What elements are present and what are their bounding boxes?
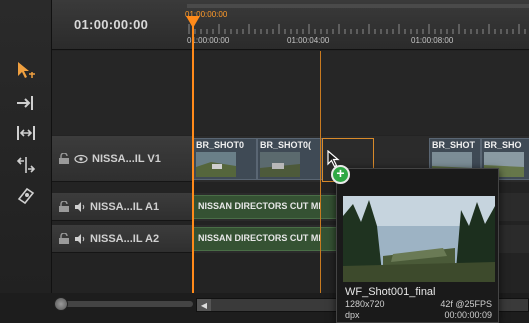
- preview-frame-rate: 42f @25FPS: [440, 299, 492, 309]
- clip-thumbnail: [260, 152, 300, 177]
- select-tool-icon[interactable]: [12, 58, 40, 84]
- clip-label: BR_SHOT0: [196, 140, 245, 150]
- track-name-a2: NISSA...IL A2: [90, 232, 160, 245]
- track-header-a1[interactable]: NISSA...IL A1: [52, 193, 192, 221]
- preview-resolution: 1280x720: [345, 299, 385, 309]
- lock-icon[interactable]: [58, 233, 70, 244]
- audio-clip-label: NISSAN DIRECTORS CUT MI: [198, 201, 321, 211]
- clip-label: BR_SHOT: [432, 140, 476, 150]
- track-header-a2[interactable]: NISSA...IL A2: [52, 225, 192, 253]
- playhead-handle-icon[interactable]: [185, 15, 201, 29]
- scroll-left-arrow-icon[interactable]: ◀: [197, 299, 211, 311]
- clip-label: BR_SHOT0(: [260, 140, 312, 150]
- lock-icon[interactable]: [58, 153, 70, 164]
- current-timecode[interactable]: 01:00:00:00: [74, 17, 148, 32]
- marker-line: [320, 51, 321, 306]
- ruler-label: 01:00:04:00: [287, 36, 330, 45]
- zoom-slider[interactable]: [58, 301, 193, 307]
- preview-clip-name: WF_Shot001_final: [345, 286, 436, 298]
- preview-duration: 00:00:00:09: [444, 310, 492, 320]
- mouse-pointer-icon: [327, 150, 340, 168]
- time-ruler[interactable]: 01:00:00:00 01:00:00:00 01:00:04:00 01:0…: [185, 4, 529, 46]
- audio-clip[interactable]: NISSAN DIRECTORS CUT MI: [193, 195, 341, 219]
- trim-tool-icon[interactable]: [12, 152, 40, 178]
- ruler-ticks: [188, 24, 526, 34]
- ruler-label: 01:00:08:00: [411, 36, 454, 45]
- video-clip[interactable]: BR_SHOT0(: [257, 138, 323, 180]
- audio-clip[interactable]: NISSAN DIRECTORS CUT MI: [193, 227, 341, 251]
- slip-tool-icon[interactable]: [12, 182, 40, 208]
- track-header-v1[interactable]: NISSA...IL V1: [52, 136, 192, 182]
- clip-preview-card: WF_Shot001_final 1280x720 42f @25FPS dpx…: [336, 168, 499, 323]
- track-name-v1: NISSA...IL V1: [92, 152, 161, 165]
- track-name-a1: NISSA...IL A1: [90, 200, 160, 213]
- empty-track-area[interactable]: [52, 51, 529, 135]
- playhead[interactable]: [192, 18, 194, 308]
- clip-preview-thumbnail: [343, 196, 495, 282]
- preview-format: dpx: [345, 310, 360, 320]
- clip-label: BR_SHO: [484, 140, 522, 150]
- lock-icon[interactable]: [58, 201, 70, 212]
- ripple-tool-icon[interactable]: [12, 120, 40, 146]
- audio-clip-label: NISSAN DIRECTORS CUT MI: [198, 233, 321, 243]
- speaker-icon[interactable]: [74, 233, 86, 244]
- eye-icon[interactable]: [74, 154, 88, 164]
- timeline-header: 01:00:00:00 01:00:00:00 01:00:00:00 01:0…: [52, 0, 529, 50]
- zoom-slider-knob[interactable]: [54, 297, 68, 311]
- timeline-editor: 01:00:00:00 01:00:00:00 01:00:00:00 01:0…: [0, 0, 529, 323]
- tool-strip: [0, 0, 52, 323]
- clip-thumbnail: [196, 152, 236, 177]
- ruler-bar: [187, 4, 529, 8]
- insert-edit-icon[interactable]: [12, 90, 40, 116]
- video-clip[interactable]: BR_SHOT0: [193, 138, 257, 180]
- speaker-icon[interactable]: [74, 201, 86, 212]
